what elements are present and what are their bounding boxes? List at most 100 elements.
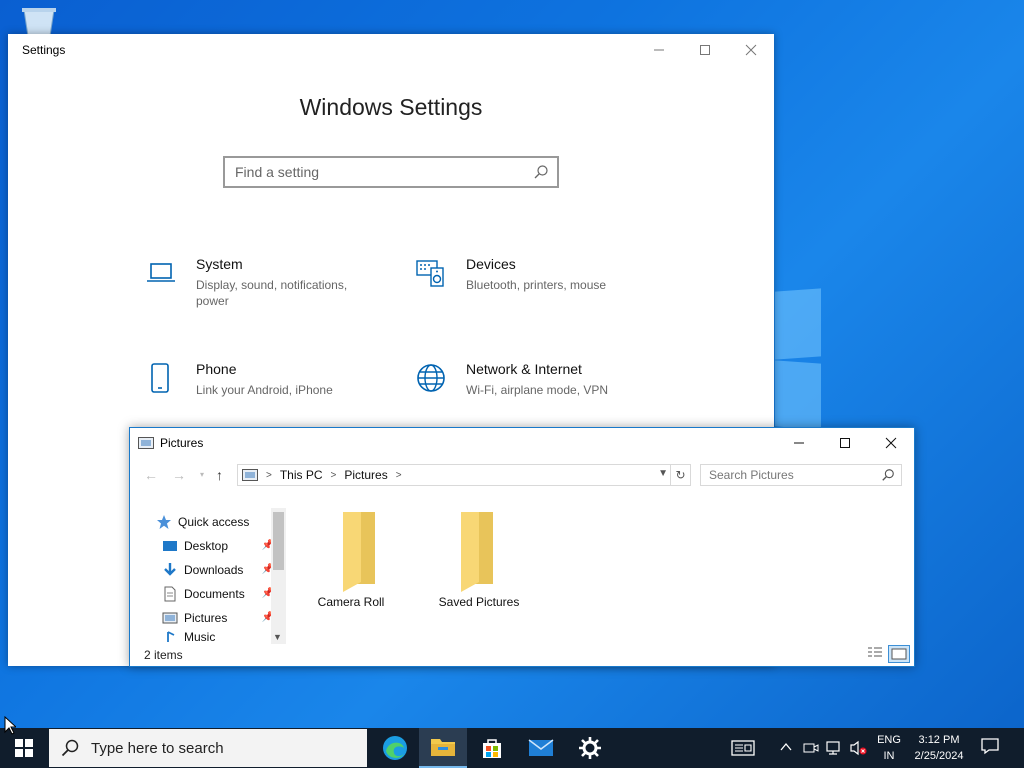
phone-icon xyxy=(151,363,169,393)
news-widget-icon[interactable] xyxy=(731,740,755,756)
minimize-icon xyxy=(654,49,664,51)
find-setting-input[interactable]: Find a setting xyxy=(223,156,559,188)
search-icon xyxy=(882,469,894,481)
refresh-icon: ↻ xyxy=(675,468,686,482)
large-icons-view-icon[interactable] xyxy=(888,645,910,663)
recent-locations-chevron-icon[interactable]: ▾ xyxy=(200,470,204,479)
folder-icon xyxy=(343,512,375,592)
taskbar-settings[interactable] xyxy=(566,728,614,768)
taskbar-file-explorer[interactable] xyxy=(419,728,467,768)
folder-label: Saved Pictures xyxy=(438,595,520,609)
settings-gear-icon xyxy=(579,737,601,759)
address-dropdown-icon[interactable]: ▼ xyxy=(658,468,668,479)
clock-time: 3:12 PM xyxy=(918,734,960,746)
network-icon[interactable] xyxy=(826,740,844,756)
tile-devices-name: Devices xyxy=(466,256,516,272)
back-arrow-icon[interactable]: ← xyxy=(144,467,158,483)
folder-label: Camera Roll xyxy=(317,595,385,609)
devices-icon xyxy=(416,260,444,287)
tile-devices-desc: Bluetooth, printers, mouse xyxy=(466,278,607,292)
taskbar: Type here to search ENG IN 3:12 PM 2/25/… xyxy=(0,728,1024,768)
minimize-button[interactable] xyxy=(636,34,682,66)
search-pictures-placeholder: Search Pictures xyxy=(709,468,794,482)
edge-icon xyxy=(383,736,407,760)
up-arrow-icon[interactable]: ↑ xyxy=(216,467,223,483)
pictures-folder-icon xyxy=(138,437,154,449)
settings-window-title: Settings xyxy=(22,43,66,57)
taskbar-store[interactable] xyxy=(468,728,516,768)
details-view-icon[interactable] xyxy=(866,645,884,661)
forward-arrow-icon[interactable]: → xyxy=(172,467,186,483)
minimize-icon xyxy=(794,442,804,444)
tile-phone-name: Phone xyxy=(196,361,237,377)
pictures-icon xyxy=(162,612,178,624)
windows-logo-wallpaper xyxy=(775,288,1024,430)
folder-icon xyxy=(461,512,493,592)
laptop-icon xyxy=(147,263,175,282)
tile-system-desc: Display, sound, notifications, power xyxy=(196,278,348,308)
windows-start-icon xyxy=(15,739,33,757)
mouse-cursor-icon xyxy=(4,716,16,735)
explorer-close-button[interactable] xyxy=(868,428,914,458)
explorer-minimize-button[interactable] xyxy=(776,428,822,458)
tile-network[interactable]: Network & Internet Wi-Fi, airplane mode,… xyxy=(416,361,636,398)
clock[interactable]: 3:12 PM 2/25/2024 xyxy=(908,732,970,764)
status-item-count: 2 items xyxy=(144,648,183,662)
search-icon xyxy=(534,165,548,179)
tile-system[interactable]: System Display, sound, notifications, po… xyxy=(146,256,366,309)
star-icon xyxy=(157,515,171,529)
scrollbar-thumb[interactable] xyxy=(273,512,284,570)
search-icon xyxy=(61,739,79,757)
taskbar-search-box[interactable]: Type here to search xyxy=(49,729,367,767)
address-bar[interactable]: > This PC > Pictures > ▼ xyxy=(237,464,671,486)
language-indicator[interactable]: ENG IN xyxy=(872,732,906,764)
maximize-icon xyxy=(840,438,850,448)
download-icon xyxy=(164,563,176,576)
desktop-icon xyxy=(163,541,177,551)
file-explorer-icon xyxy=(431,739,455,756)
nav-label: Downloads xyxy=(184,563,244,577)
tile-system-name: System xyxy=(196,256,243,272)
recycle-bin-icon[interactable] xyxy=(18,6,60,36)
folder-saved-pictures[interactable]: Saved Pictures xyxy=(434,510,524,609)
music-icon xyxy=(167,631,175,642)
taskbar-search-placeholder: Type here to search xyxy=(91,739,224,757)
tile-devices[interactable]: Devices Bluetooth, printers, mouse xyxy=(416,256,636,293)
tile-network-name: Network & Internet xyxy=(466,361,582,377)
meet-now-icon[interactable] xyxy=(803,740,819,756)
refresh-button[interactable]: ↻ xyxy=(671,464,691,486)
taskbar-edge[interactable] xyxy=(371,728,419,768)
nav-scrollbar[interactable]: ▼ xyxy=(271,508,286,644)
tile-network-desc: Wi-Fi, airplane mode, VPN xyxy=(466,383,609,397)
maximize-icon xyxy=(700,45,710,55)
region-code: IN xyxy=(883,750,895,762)
navigation-pane: Quick access Desktop 📌 Downloads 📌 Docum… xyxy=(150,510,290,642)
explorer-window-title: Pictures xyxy=(160,436,204,450)
search-pictures-input[interactable]: Search Pictures xyxy=(700,464,902,486)
page-title: Windows Settings xyxy=(299,94,483,120)
globe-icon xyxy=(417,364,445,392)
breadcrumb-this-pc[interactable]: This PC xyxy=(280,468,323,482)
nav-quick-access[interactable]: Quick access xyxy=(156,510,290,534)
folder-camera-roll[interactable]: Camera Roll xyxy=(306,510,396,609)
explorer-window: Pictures ← → ▾ ↑ > This PC > Pictures > … xyxy=(129,427,915,667)
scroll-down-icon[interactable]: ▼ xyxy=(273,632,282,642)
maximize-button[interactable] xyxy=(682,34,728,66)
tile-phone-desc: Link your Android, iPhone xyxy=(196,383,333,397)
document-icon xyxy=(164,586,176,602)
mail-icon xyxy=(528,739,554,756)
action-center-icon[interactable] xyxy=(980,736,1000,756)
breadcrumb-pictures[interactable]: Pictures xyxy=(344,468,387,482)
store-icon xyxy=(483,739,501,758)
close-button[interactable] xyxy=(728,34,774,66)
this-pc-icon xyxy=(242,469,258,481)
chevron-up-icon[interactable] xyxy=(780,742,792,752)
explorer-maximize-button[interactable] xyxy=(822,428,868,458)
nav-label: Quick access xyxy=(178,515,250,529)
nav-label: Documents xyxy=(184,587,245,601)
nav-label: Pictures xyxy=(184,611,228,625)
close-icon xyxy=(745,44,757,56)
tile-phone[interactable]: Phone Link your Android, iPhone xyxy=(146,361,366,398)
taskbar-mail[interactable] xyxy=(517,728,565,768)
volume-muted-icon[interactable] xyxy=(850,740,868,756)
